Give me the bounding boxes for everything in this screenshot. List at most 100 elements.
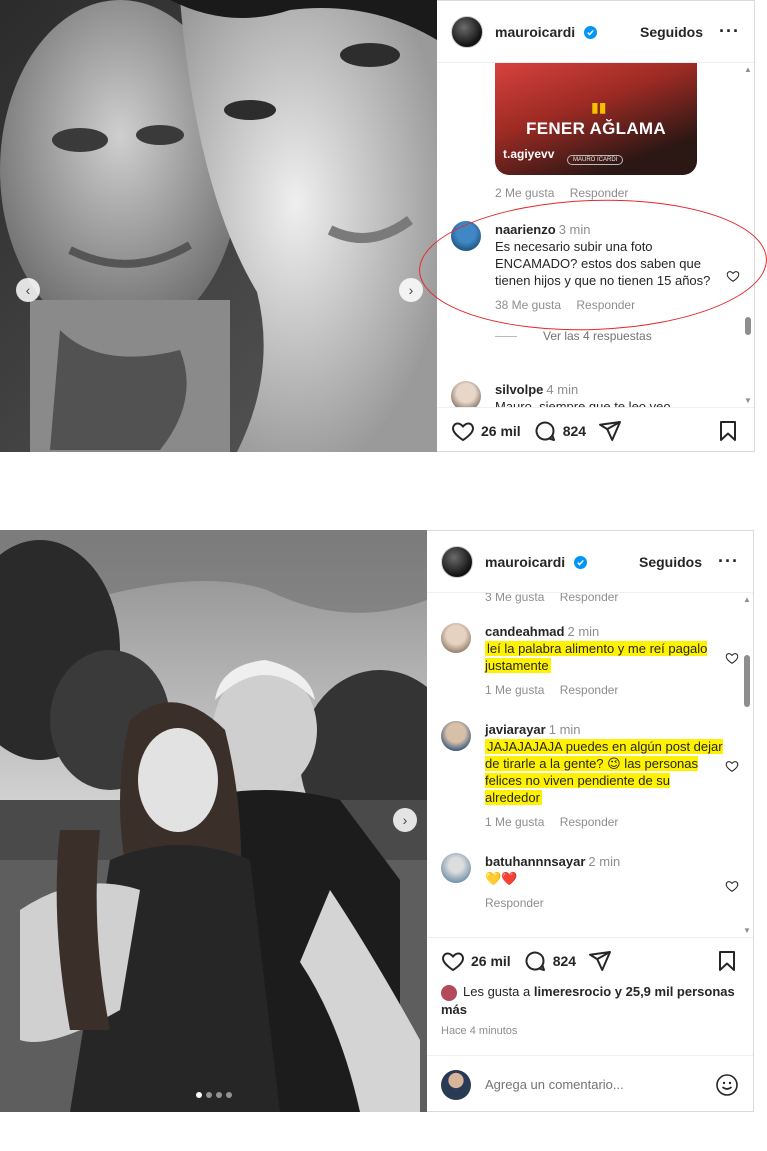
comment-silvolpe: silvolpe 4 min Mauro, siempre que te leo … xyxy=(451,381,724,407)
commenter-username[interactable]: javiarayar xyxy=(485,722,546,737)
save-bookmark-icon[interactable] xyxy=(716,419,740,443)
carousel-dot xyxy=(215,1092,222,1098)
comment-meta-previous: 3 Me gusta Responder xyxy=(441,593,723,606)
reply-button[interactable]: Responder xyxy=(560,683,619,697)
comment-text: 💛❤️ xyxy=(485,871,518,886)
emoji-picker-icon[interactable] xyxy=(715,1073,739,1097)
scroll-up-icon[interactable]: ▲ xyxy=(744,65,752,74)
save-bookmark-icon[interactable] xyxy=(715,949,739,973)
view-replies-link[interactable]: Ver las 4 respuestas xyxy=(495,328,724,345)
like-count[interactable]: 26 mil xyxy=(471,953,511,969)
reply-line xyxy=(495,336,517,338)
like-comment-heart-icon[interactable] xyxy=(725,759,739,773)
more-options-icon[interactable]: ··· xyxy=(718,551,739,572)
reply-button[interactable]: Responder xyxy=(560,593,619,604)
comment-count[interactable]: 824 xyxy=(553,953,576,969)
like-comment-heart-icon[interactable] xyxy=(725,879,739,893)
comment-bubble-icon[interactable] xyxy=(533,419,557,443)
liker-username[interactable]: limeresrocio xyxy=(534,984,611,999)
share-send-icon[interactable] xyxy=(588,949,612,973)
verified-badge-icon xyxy=(584,26,598,40)
share-send-icon[interactable] xyxy=(598,419,622,443)
comment-input[interactable] xyxy=(485,1077,715,1092)
commenter-avatar[interactable] xyxy=(441,853,471,883)
scroll-up-icon[interactable]: ▲ xyxy=(743,595,751,604)
post-actions-bar: 26 mil 824 xyxy=(427,937,753,983)
carousel-dot xyxy=(195,1092,202,1098)
previous-image-button[interactable]: ‹ xyxy=(16,278,40,302)
following-button[interactable]: Seguidos xyxy=(639,554,702,570)
scroll-down-icon[interactable]: ▼ xyxy=(743,926,751,935)
banner-handle: t.agiyevv xyxy=(503,147,555,161)
liked-by-summary: Les gusta a limeresrocio y 25,9 mil pers… xyxy=(441,983,739,1018)
post-header: mauroicardi Seguidos ··· xyxy=(437,1,754,63)
author-username-text[interactable]: mauroicardi xyxy=(495,24,575,40)
next-image-button[interactable]: › xyxy=(393,808,417,832)
photo-illustration xyxy=(0,0,437,452)
comments-scrollbar[interactable]: ▲ ▼ xyxy=(743,593,751,937)
add-comment-bar xyxy=(427,1055,753,1113)
photo-illustration xyxy=(0,530,427,1112)
reply-button[interactable]: Responder xyxy=(485,896,544,910)
comment-bubble-icon[interactable] xyxy=(523,949,547,973)
scroll-down-icon[interactable]: ▼ xyxy=(744,396,752,405)
like-count[interactable]: 1 Me gusta xyxy=(485,815,544,829)
post-side-panel: mauroicardi Seguidos ··· 3 Me gusta Resp… xyxy=(427,530,754,1112)
comment-text: leí la palabra alimento y me reí pagalo … xyxy=(485,641,708,673)
comment-time: 1 min xyxy=(548,722,581,737)
commenter-username[interactable]: candeahmad xyxy=(485,624,564,639)
comment-candeahmad: candeahmad 2 min leí la palabra alimento … xyxy=(441,623,739,699)
current-user-avatar xyxy=(441,1069,471,1100)
liker-avatar xyxy=(441,984,457,1001)
like-heart-icon[interactable] xyxy=(451,419,475,443)
author-avatar[interactable] xyxy=(451,15,483,48)
like-count[interactable]: 26 mil xyxy=(481,423,521,439)
comment-time: 4 min xyxy=(546,382,579,397)
post-time-ago: Hace 4 minutos xyxy=(441,1025,518,1037)
carousel-dot xyxy=(225,1092,232,1098)
scrollbar-thumb[interactable] xyxy=(745,317,751,335)
like-count[interactable]: 1 Me gusta xyxy=(485,683,544,697)
author-username[interactable]: mauroicardi xyxy=(495,24,598,40)
comment-text: Mauro, siempre que te leo veo xyxy=(495,399,671,407)
post-photo-couple-outdoor[interactable]: › xyxy=(0,530,427,1112)
comment-text: JAJAJAJAJA puedes en algún post dejar de… xyxy=(485,739,723,805)
comments-list[interactable]: 3 Me gusta Responder candeahmad 2 min leí… xyxy=(427,593,753,937)
view-replies-text[interactable]: Ver las 4 respuestas xyxy=(543,329,652,343)
commenter-username[interactable]: silvolpe xyxy=(495,382,543,397)
comment-count[interactable]: 824 xyxy=(563,423,586,439)
post-actions-bar: 26 mil 824 xyxy=(437,407,754,453)
banner-tag: MAURO ICARDI xyxy=(567,155,624,165)
like-count[interactable]: 2 Me gusta xyxy=(495,186,554,200)
author-avatar[interactable] xyxy=(441,545,473,578)
post-header: mauroicardi Seguidos ··· xyxy=(427,531,753,593)
following-button[interactable]: Seguidos xyxy=(640,24,703,40)
carousel-indicator xyxy=(195,1092,232,1098)
commenter-avatar[interactable] xyxy=(451,381,481,407)
like-count[interactable]: 3 Me gusta xyxy=(485,593,544,604)
author-username-text[interactable]: mauroicardi xyxy=(485,554,565,570)
comment-time: 2 min xyxy=(567,624,600,639)
comment-javiarayar: javiarayar 1 min JAJAJAJAJA puedes en alg… xyxy=(441,721,739,831)
commenter-avatar[interactable] xyxy=(441,721,471,751)
post-photo-couple-closeup[interactable]: ‹ › xyxy=(0,0,437,452)
reply-button[interactable]: Responder xyxy=(570,186,629,200)
banner-marks: ▮▮ xyxy=(591,99,607,115)
scrollbar-thumb[interactable] xyxy=(744,655,750,707)
carousel-dot xyxy=(205,1092,212,1098)
author-username[interactable]: mauroicardi xyxy=(485,554,588,570)
verified-badge-icon xyxy=(574,556,588,570)
reply-button[interactable]: Responder xyxy=(560,815,619,829)
like-heart-icon[interactable] xyxy=(441,949,465,973)
liked-by-prefix: Les gusta a xyxy=(463,984,534,999)
comment-batuhannnsayar: batuhannnsayar 2 min 💛❤️ Responder xyxy=(441,853,739,912)
more-options-icon[interactable]: ··· xyxy=(719,21,740,42)
comment-time: 2 min xyxy=(588,854,621,869)
like-comment-heart-icon[interactable] xyxy=(725,651,739,665)
comment-image-banner: ▮▮ FENER AĞLAMA t.agiyevv MAURO ICARDI xyxy=(495,63,697,175)
banner-title: FENER AĞLAMA xyxy=(526,119,666,138)
next-image-button[interactable]: › xyxy=(399,278,423,302)
commenter-avatar[interactable] xyxy=(441,623,471,653)
commenter-username[interactable]: batuhannnsayar xyxy=(485,854,585,869)
post-screenshot-2: › mauroicardi Seguidos ··· 3 Me gusta Re… xyxy=(0,530,756,1112)
